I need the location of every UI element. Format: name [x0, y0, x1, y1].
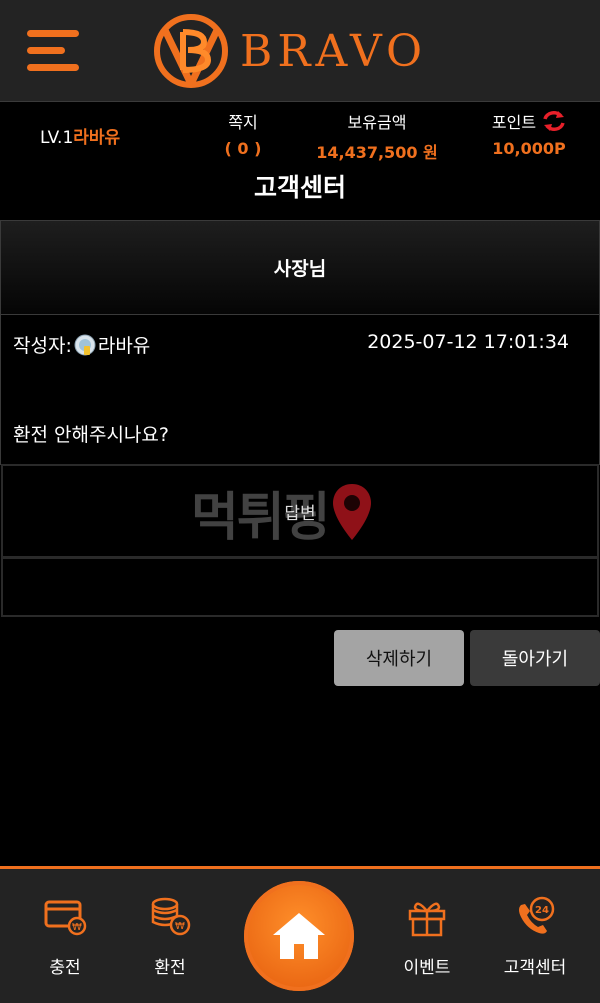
user-level: LV.1라바유 — [40, 123, 120, 148]
nav-charge-label: 충전 — [49, 958, 81, 978]
delete-button[interactable]: 삭제하기 — [334, 630, 464, 686]
post-date: 2025-07-12 17:01:34 — [367, 331, 569, 353]
coins-icon: ₩ — [151, 897, 191, 936]
hamburger-menu-icon[interactable] — [27, 30, 79, 72]
bravo-logo[interactable]: BRAVO — [150, 12, 427, 90]
level-text: LV.1 — [40, 128, 74, 148]
gift-icon — [408, 902, 446, 937]
page-title: 고객센터 — [253, 173, 346, 202]
refresh-icon[interactable] — [542, 110, 566, 132]
user-nickname[interactable]: 라바유 — [73, 128, 120, 148]
nav-exchange[interactable]: ₩ 환전 — [125, 895, 215, 978]
location-pin-icon — [332, 484, 371, 540]
logo-text: BRAVO — [240, 25, 428, 77]
user-info-bar: LV.1라바유 쪽지 ( 0 ) 보유금액 14,437,500 원 포인트 1… — [0, 103, 600, 165]
wallet-icon: ₩ — [44, 900, 87, 936]
svg-text:₩: ₩ — [175, 921, 185, 932]
nav-charge[interactable]: ₩ 충전 — [20, 895, 110, 978]
post-subject: 사장님 — [0, 220, 600, 315]
memo-count: ( 0 ) — [224, 139, 262, 158]
point-label: 포인트 — [491, 113, 537, 132]
point-info: 포인트 10,000P — [474, 109, 584, 158]
point-value: 10,000P — [492, 139, 566, 158]
answer-header: 먹튀핑 답변 — [1, 464, 599, 558]
memo-info[interactable]: 쪽지 ( 0 ) — [210, 109, 276, 158]
bravo-logo-icon — [154, 14, 228, 88]
home-icon — [273, 913, 325, 959]
author-name: 라바유 — [97, 335, 151, 357]
money-value: 14,437,500 원 — [316, 143, 438, 162]
nav-support-label: 고객센터 — [503, 958, 567, 978]
level-badge-icon — [74, 334, 96, 355]
nav-event-label: 이벤트 — [403, 958, 451, 978]
money-label: 보유금액 — [347, 113, 407, 132]
svg-text:₩: ₩ — [72, 922, 82, 933]
top-header: BRAVO — [0, 0, 600, 102]
nav-support[interactable]: 24 고객센터 — [490, 895, 580, 978]
answer-label: 답변 — [284, 503, 316, 524]
post-body: 작성자: 라바유 2025-07-12 17:01:34 환전 안해주시나요? — [0, 315, 600, 465]
nav-exchange-label: 환전 — [154, 958, 186, 978]
answer-content — [1, 557, 599, 617]
back-button[interactable]: 돌아가기 — [470, 630, 600, 686]
memo-label: 쪽지 — [228, 113, 258, 132]
post-content: 환전 안해주시나요? — [13, 424, 169, 446]
support-24-icon: 24 — [519, 896, 555, 934]
svg-text:24: 24 — [535, 905, 549, 916]
author-prefix: 작성자: — [13, 335, 72, 357]
money-info: 보유금액 14,437,500 원 — [300, 109, 454, 163]
post-author: 작성자: 라바유 — [13, 331, 150, 358]
point-label-row: 포인트 — [474, 109, 584, 133]
nav-event[interactable]: 이벤트 — [382, 895, 472, 978]
home-button[interactable] — [244, 881, 354, 991]
